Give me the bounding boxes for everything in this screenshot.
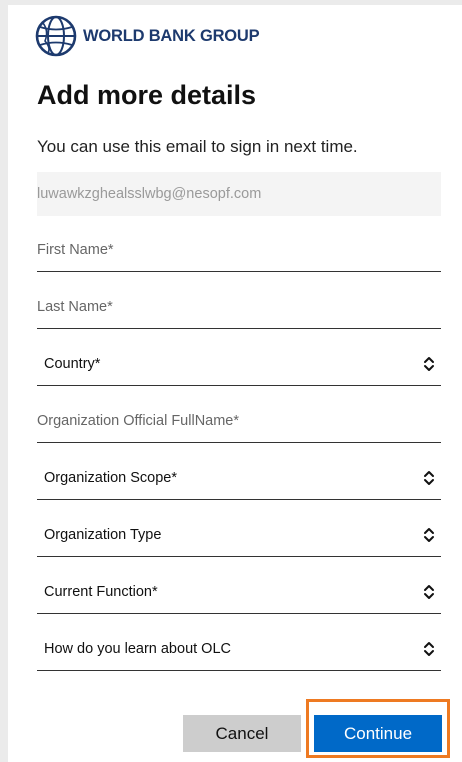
chevron-up-down-icon [424,357,434,371]
country-select[interactable]: Country* [37,342,441,386]
cancel-button[interactable]: Cancel [183,715,301,752]
email-field: luwawkzghealsslwbg@nesopf.com [37,172,441,216]
current-function-label: Current Function* [44,584,158,600]
organization-type-label: Organization Type [44,527,162,543]
country-select-label: Country* [44,356,101,372]
organization-scope-label: Organization Scope* [44,470,177,486]
page: WORLD BANK GROUP Add more details You ca… [0,0,462,762]
last-name-field[interactable]: Last Name* [37,285,441,329]
chevron-up-down-icon [424,471,434,485]
page-title: Add more details [37,80,257,110]
world-bank-globe-icon [35,15,77,57]
chevron-up-down-icon [424,528,434,542]
current-function-select[interactable]: Current Function* [37,570,441,614]
organization-type-select[interactable]: Organization Type [37,513,441,557]
first-name-field[interactable]: First Name* [37,228,441,272]
organization-scope-select[interactable]: Organization Scope* [37,456,441,500]
world-bank-logo: WORLD BANK GROUP [35,15,260,57]
learn-about-olc-label: How do you learn about OLC [44,641,231,657]
continue-button[interactable]: Continue [314,715,442,752]
chevron-up-down-icon [424,642,434,656]
organization-name-field[interactable]: Organization Official FullName* [37,399,441,443]
logo-text: WORLD BANK GROUP [83,26,260,45]
learn-about-olc-select[interactable]: How do you learn about OLC [37,627,441,671]
chevron-up-down-icon [424,585,434,599]
page-subtitle: You can use this email to sign in next t… [37,137,358,156]
